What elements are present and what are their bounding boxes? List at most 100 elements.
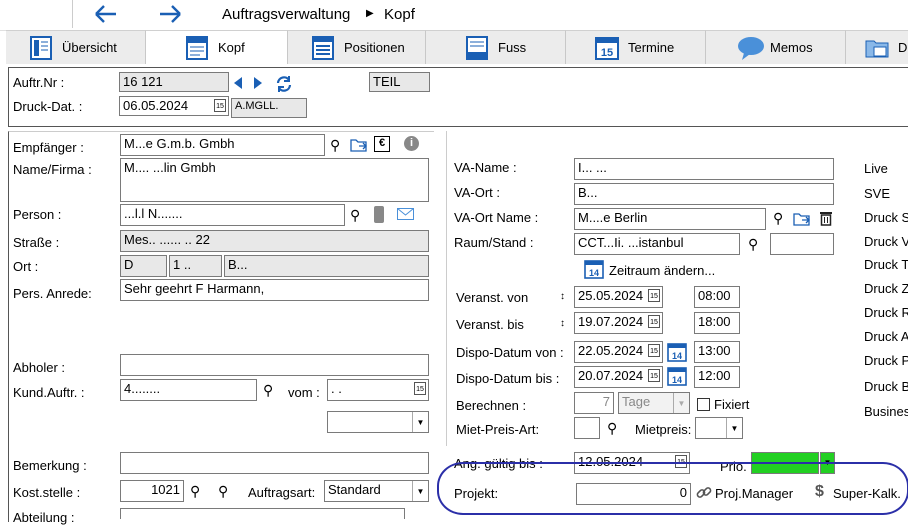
right-item-druck-v[interactable]: Druck V xyxy=(864,234,908,249)
calendar-picker-icon[interactable]: 15 xyxy=(648,369,660,382)
right-item-druck-s[interactable]: Druck S xyxy=(864,210,908,225)
back-arrow-icon[interactable] xyxy=(93,3,119,25)
berechnen-label: Berechnen : xyxy=(456,398,527,413)
dispo-bis-label: Dispo-Datum bis : xyxy=(456,371,560,386)
right-item-sve[interactable]: SVE xyxy=(864,186,890,201)
trash-icon[interactable] xyxy=(819,210,833,226)
calendar-picker-icon[interactable]: 15 xyxy=(648,289,660,302)
koststelle-field[interactable]: 1021 xyxy=(120,480,184,502)
right-item-live[interactable]: Live xyxy=(864,161,888,176)
ort-country-field[interactable]: D xyxy=(120,255,167,277)
berechnen-unit-select[interactable]: Tage ▼ xyxy=(618,392,690,414)
right-item-busines[interactable]: Busines xyxy=(864,404,908,419)
email-icon[interactable] xyxy=(397,208,414,220)
forward-arrow-icon[interactable] xyxy=(157,3,183,25)
search-icon[interactable]: ⚲ xyxy=(350,207,360,223)
auftragsart-select[interactable]: Standard ▼ xyxy=(324,480,429,502)
breadcrumb-separator: ▶ xyxy=(366,8,374,19)
chevron-down-icon[interactable]: ▼ xyxy=(412,412,428,432)
tab-d[interactable]: D xyxy=(846,30,908,64)
berechnen-unit-value: Tage xyxy=(622,394,651,409)
fixiert-checkbox[interactable] xyxy=(697,398,710,411)
name-firma-label: Name/Firma : xyxy=(13,162,92,177)
va-ort-field[interactable]: B... xyxy=(574,183,834,205)
va-name-field[interactable]: I... ... xyxy=(574,158,834,180)
phone-icon[interactable] xyxy=(374,206,384,223)
right-item-druck-b[interactable]: Druck B xyxy=(864,379,908,394)
calendar-picker-icon[interactable]: 15 xyxy=(648,344,660,357)
veranst-bis-label: Veranst. bis xyxy=(456,317,524,332)
name-firma-field[interactable]: M.... ...lin Gmbh xyxy=(120,158,429,202)
list-icon xyxy=(310,35,336,61)
person-field[interactable]: ...l.l N....... xyxy=(120,204,345,226)
bemerkung-field[interactable] xyxy=(120,452,429,474)
druck-dat-field[interactable]: 06.05.2024 15 xyxy=(119,96,229,116)
zeitraum-link[interactable]: Zeitraum ändern... xyxy=(609,263,715,278)
va-ort-name-field[interactable]: M....e Berlin xyxy=(574,208,766,230)
strasse-field[interactable]: Mes.. ...... .. 22 xyxy=(120,230,429,252)
right-item-druck-z[interactable]: Druck Z xyxy=(864,281,908,296)
next-record-icon[interactable] xyxy=(253,76,263,90)
search-icon[interactable]: ⚲ xyxy=(607,420,617,436)
zeitraum-calendar-icon[interactable]: 14 xyxy=(584,259,604,279)
right-item-druck-t[interactable]: Druck T xyxy=(864,257,908,272)
auftr-nr-field[interactable]: 16 121 xyxy=(119,72,229,92)
info-icon[interactable]: i xyxy=(404,136,419,151)
euro-icon[interactable]: € xyxy=(374,136,390,152)
veranst-von-date[interactable]: 25.05.2024 15 xyxy=(574,286,663,308)
right-item-druck-r[interactable]: Druck R xyxy=(864,305,908,320)
tab-termine[interactable]: 15 Termine xyxy=(566,30,706,64)
abholer-field[interactable] xyxy=(120,354,429,376)
empfaenger-field[interactable]: M...e G.m.b. Gmbh xyxy=(120,134,325,156)
search-icon[interactable]: ⚲ xyxy=(190,483,200,499)
raum-field[interactable]: CCT...Ii. ...istanbul xyxy=(574,233,740,255)
tab-memos[interactable]: Memos xyxy=(706,30,846,64)
raum-extra-field[interactable] xyxy=(770,233,834,255)
kundauftr-field[interactable]: 4........ xyxy=(120,379,257,401)
search-icon[interactable]: ⚲ xyxy=(748,236,758,252)
refresh-icon[interactable] xyxy=(274,74,294,94)
dispo-von-time[interactable]: 13:00 xyxy=(694,341,740,363)
chevron-down-icon[interactable]: ▼ xyxy=(726,418,742,438)
calendar-picker-icon[interactable]: 15 xyxy=(648,315,660,328)
anrede-field[interactable]: Sehr geehrt F Harmann, xyxy=(120,279,429,301)
open-folder-icon[interactable] xyxy=(350,137,368,153)
tab-kopf[interactable]: Kopf xyxy=(146,30,288,64)
vom-field[interactable]: . . 15 xyxy=(327,379,429,401)
dispo-bis-calendar-icon[interactable]: 14 xyxy=(667,366,687,386)
ort-city-field[interactable]: B... xyxy=(224,255,429,277)
ort-zip-field[interactable]: 1 .. xyxy=(169,255,222,277)
right-item-druck-a[interactable]: Druck A xyxy=(864,329,908,344)
calendar-picker-icon[interactable]: 15 xyxy=(414,382,426,395)
dispo-von-calendar-icon[interactable]: 14 xyxy=(667,342,687,362)
tab-positionen[interactable]: Positionen xyxy=(288,30,426,64)
top-divider xyxy=(72,0,73,28)
calendar-picker-icon[interactable]: 15 xyxy=(214,99,226,112)
breadcrumb-root[interactable]: Auftragsverwaltung xyxy=(222,6,350,23)
open-folder-icon[interactable] xyxy=(793,211,811,227)
abteilung-field[interactable] xyxy=(120,508,405,519)
dispo-von-date[interactable]: 22.05.2024 15 xyxy=(574,341,663,363)
fixiert-label: Fixiert xyxy=(714,397,750,412)
extra-dropdown[interactable]: ▼ xyxy=(327,411,429,433)
dispo-bis-date[interactable]: 20.07.2024 15 xyxy=(574,366,663,388)
right-item-druck-p[interactable]: Druck P xyxy=(864,353,908,368)
mietpreisart-field[interactable] xyxy=(574,417,600,439)
search-icon[interactable]: ⚲ xyxy=(263,382,273,398)
chevron-down-icon[interactable]: ▼ xyxy=(673,393,689,413)
search-icon[interactable]: ⚲ xyxy=(218,483,228,499)
tab-fuss[interactable]: Fuss xyxy=(426,30,566,64)
search-icon[interactable]: ⚲ xyxy=(773,210,783,226)
chevron-down-icon[interactable]: ▼ xyxy=(412,481,428,501)
kundauftr-label: Kund.Auftr. : xyxy=(13,385,85,400)
prev-record-icon[interactable] xyxy=(233,76,243,90)
tab-uebersicht[interactable]: Übersicht xyxy=(6,30,146,64)
berechnen-field[interactable]: 7 xyxy=(574,392,614,414)
veranst-bis-date[interactable]: 19.07.2024 15 xyxy=(574,312,663,334)
dispo-bis-time[interactable]: 12:00 xyxy=(694,366,740,388)
search-icon[interactable]: ⚲ xyxy=(330,137,340,153)
veranst-bis-time[interactable]: 18:00 xyxy=(694,312,740,334)
veranst-von-time[interactable]: 08:00 xyxy=(694,286,740,308)
mietpreis-select[interactable]: ▼ xyxy=(695,417,743,439)
abteilung-label: Abteilung : xyxy=(13,510,75,525)
